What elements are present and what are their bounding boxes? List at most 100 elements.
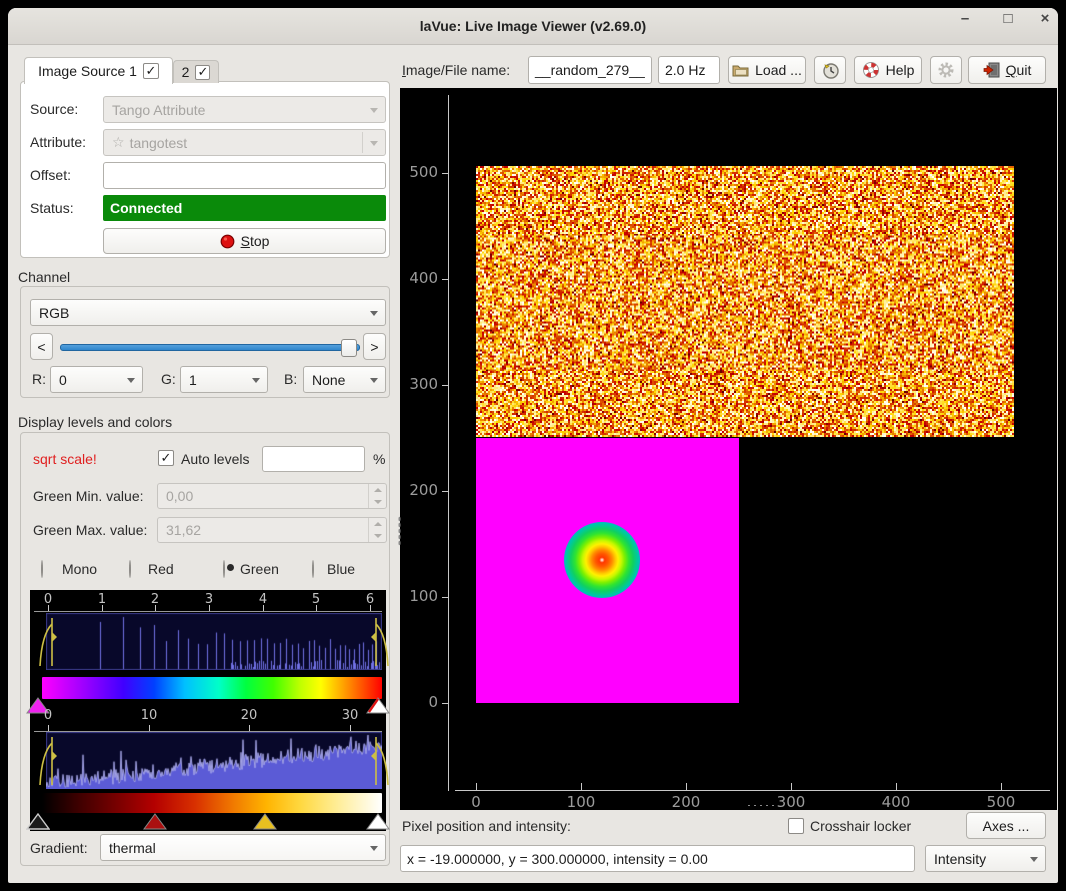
tab-image-source-2[interactable]: 2 ✓: [173, 60, 219, 83]
y-tick-label: 100: [400, 587, 438, 605]
upper-gradient-bar[interactable]: [42, 677, 382, 699]
hist-lower-tick: 10: [136, 708, 162, 723]
spin-up-icon[interactable]: [369, 484, 386, 496]
noise-image-layer: [476, 166, 1014, 437]
spin-up-icon[interactable]: [369, 518, 386, 530]
channel-title: Channel: [18, 269, 70, 285]
histogram-widget[interactable]: 0 1 2 3 4 5 6 0 10 20 30: [30, 590, 386, 831]
refresh-rate-input[interactable]: 2.0 Hz: [658, 56, 720, 84]
red-channel-label: R:: [32, 371, 46, 387]
y-axis-line: [448, 95, 449, 791]
x-tick-label: 200: [666, 793, 706, 811]
radio-blue[interactable]: [312, 560, 314, 578]
pixel-position-label: Pixel position and intensity:: [402, 818, 571, 834]
plot-area[interactable]: 500 400 300 200 100 0 0 100 200 300 400 …: [400, 88, 1057, 810]
upper-region-marker-left[interactable]: [38, 616, 58, 668]
radio-mono[interactable]: [41, 560, 43, 578]
splitter-handle-vertical[interactable]: [398, 516, 401, 546]
star-icon: ☆: [112, 134, 125, 151]
stop-button[interactable]: Stop: [103, 228, 386, 254]
chevron-down-icon: [127, 378, 135, 383]
attribute-combobox[interactable]: ☆ tangotest: [103, 129, 386, 156]
crosshair-locker-checkbox[interactable]: [788, 818, 804, 834]
lower-gradient-handle-yellow[interactable]: [253, 813, 277, 830]
radio-green[interactable]: [223, 560, 225, 578]
tab1-checkbox[interactable]: ✓: [143, 63, 159, 79]
titlebar[interactable]: laVue: Live Image Viewer (v2.69.0): [8, 8, 1058, 45]
y-tick-label: 200: [400, 481, 438, 499]
gradient-combobox[interactable]: thermal: [100, 834, 386, 861]
red-channel-combobox[interactable]: 0: [50, 366, 143, 393]
y-tick-label: 500: [400, 163, 438, 181]
x-tick-label: 500: [981, 793, 1021, 811]
lower-gradient-handle-red[interactable]: [143, 813, 167, 830]
tab-image-source-1[interactable]: Image Source 1 ✓: [24, 57, 173, 84]
levels-title: Display levels and colors: [18, 414, 172, 430]
offset-input[interactable]: [103, 162, 386, 189]
x-tick-label: 400: [876, 793, 916, 811]
spin-down-icon[interactable]: [369, 530, 386, 542]
minimize-button[interactable]: –: [952, 8, 978, 30]
x-axis-line: [455, 790, 1050, 791]
chevron-down-icon: [370, 311, 378, 316]
upper-histogram-plot[interactable]: [46, 613, 382, 670]
y-tick-label: 400: [400, 269, 438, 287]
settings-button[interactable]: [930, 56, 962, 84]
green-max-label: Green Max. value:: [33, 522, 147, 538]
axes-button[interactable]: Axes ...: [966, 812, 1046, 839]
lower-histogram-plot[interactable]: [46, 732, 382, 789]
help-button[interactable]: Help: [854, 56, 922, 84]
upper-region-marker-right[interactable]: [370, 616, 390, 668]
file-name-label: Image/File name:: [402, 62, 510, 78]
lower-region-marker-right[interactable]: [370, 735, 390, 787]
close-button[interactable]: ×: [1032, 8, 1058, 30]
radio-green-label: Green: [240, 561, 279, 577]
auto-levels-percent-input[interactable]: [262, 446, 365, 472]
splitter-handle-horizontal[interactable]: [746, 804, 776, 807]
attribute-label: Attribute:: [30, 134, 86, 150]
magenta-image-layer: [476, 438, 739, 703]
auto-levels-checkbox[interactable]: ✓: [158, 450, 174, 466]
y-tick-label: 300: [400, 375, 438, 393]
channel-slider[interactable]: [60, 333, 358, 360]
gradient-label: Gradient:: [30, 840, 88, 856]
gaussian-spot: [564, 522, 640, 598]
file-name-input[interactable]: __random_279__: [528, 56, 652, 84]
window-title: laVue: Live Image Viewer (v2.69.0): [8, 8, 1058, 44]
chevron-down-icon: [1030, 857, 1038, 862]
channel-mode-combobox[interactable]: RGB: [30, 299, 386, 326]
channel-next-button[interactable]: >: [363, 333, 386, 360]
load-button[interactable]: Load ...: [728, 56, 806, 84]
lower-gradient-handle-white[interactable]: [366, 813, 390, 830]
x-tick-label: 300: [771, 793, 811, 811]
tab2-checkbox[interactable]: ✓: [195, 65, 210, 80]
auto-levels-label: Auto levels: [181, 451, 249, 467]
lower-region-marker-left[interactable]: [38, 735, 58, 787]
lower-gradient-bar[interactable]: [42, 793, 382, 813]
source-combobox[interactable]: Tango Attribute: [103, 96, 386, 123]
chevron-down-icon: [252, 378, 260, 383]
maximize-button[interactable]: □: [995, 8, 1021, 30]
blue-channel-combobox[interactable]: None: [303, 366, 386, 393]
upper-gradient-handle-right[interactable]: [366, 697, 390, 714]
scale-warning: sqrt scale!: [33, 451, 97, 467]
radio-blue-label: Blue: [327, 561, 355, 577]
timing-button[interactable]: [814, 56, 846, 84]
display-mode-combobox[interactable]: Intensity: [925, 845, 1046, 872]
green-min-spinbox[interactable]: 0,00: [157, 483, 387, 509]
slider-groove[interactable]: [60, 344, 360, 351]
lower-gradient-handle-black[interactable]: [26, 813, 50, 830]
radio-red[interactable]: [129, 560, 131, 578]
slider-handle[interactable]: [341, 339, 357, 357]
green-channel-label: G:: [161, 371, 176, 387]
pixel-position-input[interactable]: x = -19.000000, y = 300.000000, intensit…: [400, 845, 915, 872]
crosshair-locker-label: Crosshair locker: [810, 818, 911, 834]
x-tick-label: 100: [561, 793, 601, 811]
green-max-spinbox[interactable]: 31,62: [157, 517, 387, 543]
quit-button[interactable]: Quit: [968, 56, 1046, 84]
channel-prev-button[interactable]: <: [30, 333, 53, 360]
green-channel-combobox[interactable]: 1: [180, 366, 268, 393]
source-label: Source:: [30, 101, 78, 117]
spin-down-icon[interactable]: [369, 496, 386, 508]
offset-label: Offset:: [30, 167, 71, 183]
